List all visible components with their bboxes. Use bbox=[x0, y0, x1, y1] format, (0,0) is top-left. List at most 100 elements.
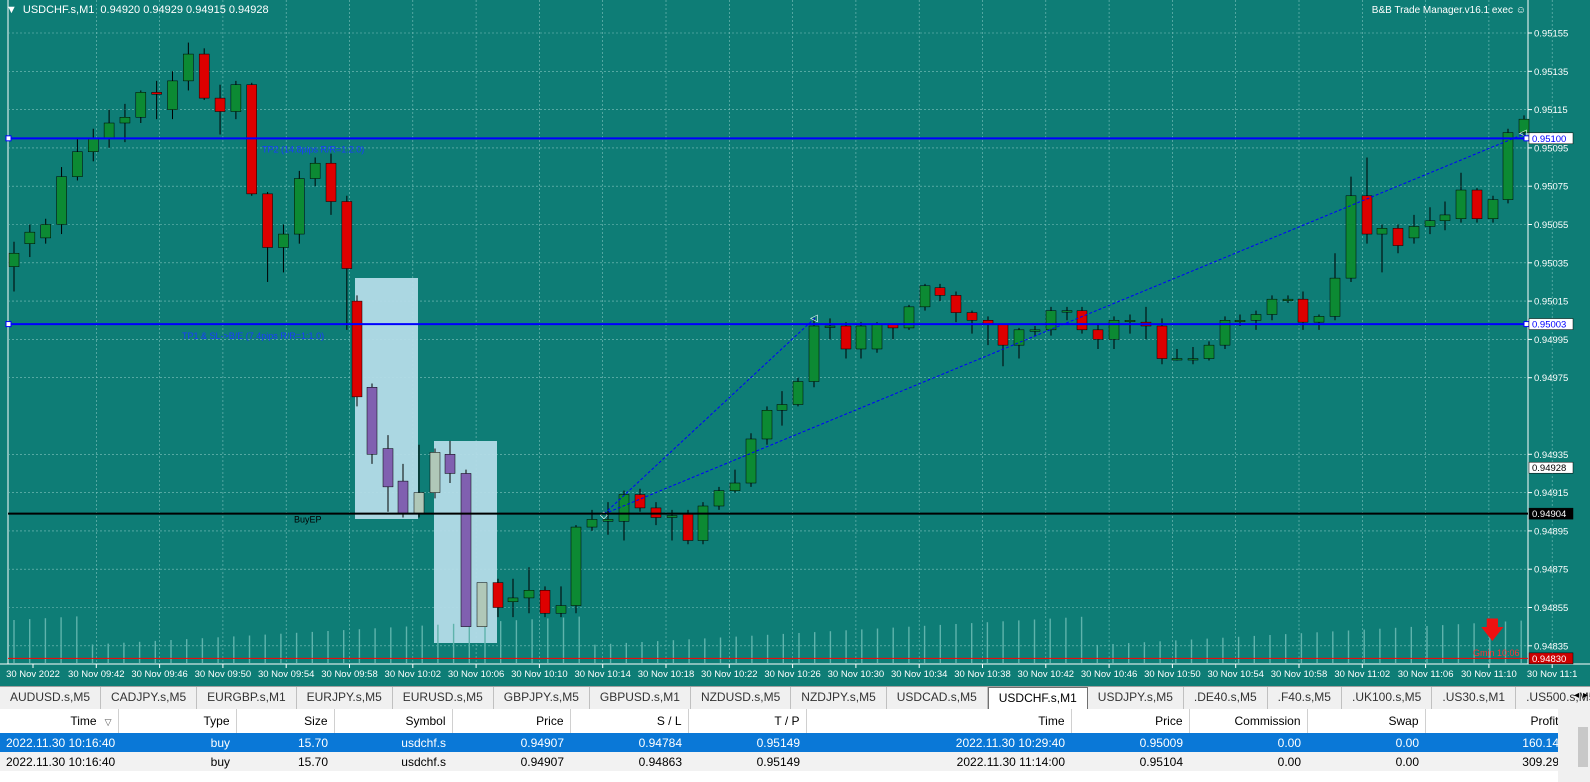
bull-candle bbox=[40, 224, 51, 239]
price-tag-label: 0.95100 bbox=[1532, 134, 1566, 145]
bear-candle bbox=[382, 448, 394, 488]
bull-candle bbox=[1250, 314, 1262, 321]
entry-label: BuyEP bbox=[294, 515, 322, 525]
column-header[interactable]: Profit bbox=[1425, 709, 1566, 733]
column-header[interactable]: Commission bbox=[1189, 709, 1308, 733]
tab-gbpusd-s-m1[interactable]: GBPUSD.s,M1 bbox=[590, 687, 691, 709]
tab-scroll-left-icon[interactable]: ◂ bbox=[1574, 690, 1579, 701]
tp2-handle[interactable] bbox=[1523, 135, 1530, 142]
bull-candle bbox=[8, 252, 20, 267]
time-label: 30 Nov 09:50 bbox=[195, 669, 252, 680]
tp1-handle[interactable] bbox=[5, 321, 12, 328]
tab-gbpjpy-s-m5[interactable]: GBPJPY.s,M5 bbox=[494, 687, 590, 709]
price-label: 0.94895 bbox=[1534, 526, 1568, 537]
table-cell: usdchf.s bbox=[334, 752, 452, 771]
tab-us30-s-m1[interactable]: .US30.s,M1 bbox=[1432, 687, 1517, 709]
bear-candle bbox=[1092, 329, 1104, 340]
table-cell: 15.70 bbox=[236, 752, 334, 771]
bear-candle bbox=[397, 480, 409, 514]
trade-table-header: Time ▽ Type Size Symbol Price S / LT / P Time Pr… bbox=[0, 709, 1566, 733]
scrollbar-thumb[interactable] bbox=[1578, 727, 1588, 767]
tab-nzdjpy-s-m5[interactable]: NZDJPY.s,M5 bbox=[791, 687, 887, 709]
price-label: 0.95015 bbox=[1534, 297, 1568, 308]
bull-candle bbox=[697, 505, 709, 541]
bull-candle bbox=[586, 519, 598, 528]
table-row[interactable]: 2022.11.30 10:16:40 buy 15.70 usdchf.s 0.949… bbox=[0, 752, 1565, 771]
price-chart[interactable]: 0.95155 0.95135 0.95115 0.95095 0.95075 0.950… bbox=[0, 0, 1590, 686]
time-label: 30 Nov 11:10 bbox=[1461, 669, 1517, 680]
table-cell: 0.00 bbox=[1189, 752, 1307, 771]
bull-candle bbox=[72, 151, 83, 177]
table-cell: 0.94907 bbox=[452, 733, 570, 752]
time-label: 30 Nov 10:50 bbox=[1144, 669, 1201, 680]
tab-scroll-right-icon[interactable]: ▸ bbox=[1583, 690, 1588, 701]
bull-candle bbox=[1455, 189, 1467, 220]
time-label: 30 Nov 10:14 bbox=[574, 669, 631, 680]
table-cell: 0.94863 bbox=[570, 752, 688, 771]
tab-audusd-s-m5[interactable]: AUDUSD.s,M5 bbox=[0, 687, 102, 709]
tab-eurusd-s-m5[interactable]: EURUSD.s,M5 bbox=[393, 687, 494, 709]
bear-candle bbox=[198, 53, 210, 99]
bear-candle bbox=[325, 162, 337, 202]
column-header[interactable]: Symbol bbox=[334, 709, 453, 733]
bull-candle bbox=[1282, 298, 1294, 301]
column-header[interactable]: Price bbox=[452, 709, 571, 733]
price-tag-label: 0.94904 bbox=[1532, 509, 1566, 520]
column-header[interactable]: Time ▽ bbox=[0, 709, 119, 733]
bull-candle bbox=[523, 590, 535, 599]
time-label: 30 Nov 09:42 bbox=[68, 669, 125, 680]
column-header[interactable]: Size bbox=[236, 709, 335, 733]
column-header[interactable]: Price bbox=[1071, 709, 1190, 733]
bull-candle bbox=[1313, 316, 1325, 323]
price-label: 0.95035 bbox=[1534, 258, 1568, 269]
tab-usdjpy-s-m5[interactable]: USDJPY.s,M5 bbox=[1088, 687, 1184, 709]
tab-cadjpy-s-m5[interactable]: CADJPY.s,M5 bbox=[101, 687, 198, 709]
chart-canvas[interactable]: 0.95155 0.95135 0.95115 0.95095 0.95075 0.950… bbox=[0, 0, 1590, 686]
bull-candle bbox=[1439, 214, 1451, 221]
bull-candle bbox=[56, 176, 67, 225]
table-cell: 0.94784 bbox=[570, 733, 688, 752]
column-header[interactable]: Swap bbox=[1307, 709, 1426, 733]
tab-nzdusd-s-m5[interactable]: NZDUSD.s,M5 bbox=[691, 687, 792, 709]
chart-menu-icon[interactable]: ▼ bbox=[6, 4, 17, 16]
tab-de40-s-m5[interactable]: .DE40.s,M5 bbox=[1184, 687, 1268, 709]
tab-f40-s-m5[interactable]: .F40.s,M5 bbox=[1268, 687, 1342, 709]
table-cell: 0.00 bbox=[1307, 733, 1425, 752]
tab-eurjpy-s-m5[interactable]: EURJPY.s,M5 bbox=[297, 687, 393, 709]
bull-candle bbox=[570, 526, 582, 606]
tp2-handle[interactable] bbox=[5, 135, 12, 142]
table-cell: 0.00 bbox=[1307, 752, 1425, 771]
bull-candle bbox=[666, 515, 678, 518]
table-cell: 309.29 bbox=[1425, 752, 1565, 771]
bear-candle bbox=[444, 454, 456, 474]
column-header[interactable]: T / P bbox=[688, 709, 807, 733]
bull-candle bbox=[1487, 199, 1499, 220]
column-header[interactable]: S / L bbox=[570, 709, 689, 733]
bull-candle bbox=[507, 597, 519, 603]
table-cell: 2022.11.30 10:16:40 bbox=[0, 752, 118, 771]
bear-candle bbox=[341, 201, 353, 269]
column-header[interactable]: Type bbox=[118, 709, 237, 733]
price-label: 0.95095 bbox=[1534, 143, 1568, 154]
bear-candle bbox=[366, 387, 378, 455]
time-label: 30 Nov 10:34 bbox=[891, 669, 948, 680]
price-label: 0.94995 bbox=[1534, 335, 1568, 346]
table-cell: 0.95009 bbox=[1071, 733, 1189, 752]
bull-candle bbox=[413, 492, 425, 514]
price-label: 0.95075 bbox=[1534, 182, 1568, 193]
time-label: 30 Nov 09:54 bbox=[258, 669, 315, 680]
tp1-handle[interactable] bbox=[1523, 321, 1530, 328]
time-label: 30 Nov 11:1 bbox=[1527, 669, 1578, 680]
tab-usdchf-s-m1[interactable]: USDCHF.s,M1 bbox=[987, 687, 1088, 709]
trade-scrollbar[interactable] bbox=[1558, 709, 1590, 782]
column-header[interactable]: Time bbox=[806, 709, 1072, 733]
bull-candle bbox=[919, 285, 931, 308]
price-label: 0.94915 bbox=[1534, 488, 1568, 499]
tab-usdcad-s-m5[interactable]: USDCAD.s,M5 bbox=[887, 687, 988, 709]
table-cell: 15.70 bbox=[236, 733, 334, 752]
chart-tabs: AUDUSD.s,M5 CADJPY.s,M5 EURGBP.s,M1 EURJPY.… bbox=[0, 686, 1590, 710]
table-row[interactable]: 2022.11.30 10:16:40 buy 15.70 usdchf.s 0.949… bbox=[0, 733, 1565, 752]
tab-uk100-s-m5[interactable]: .UK100.s,M5 bbox=[1342, 687, 1433, 709]
tab-eurgbp-s-m1[interactable]: EURGBP.s,M1 bbox=[197, 687, 297, 709]
bull-candle bbox=[230, 84, 242, 112]
